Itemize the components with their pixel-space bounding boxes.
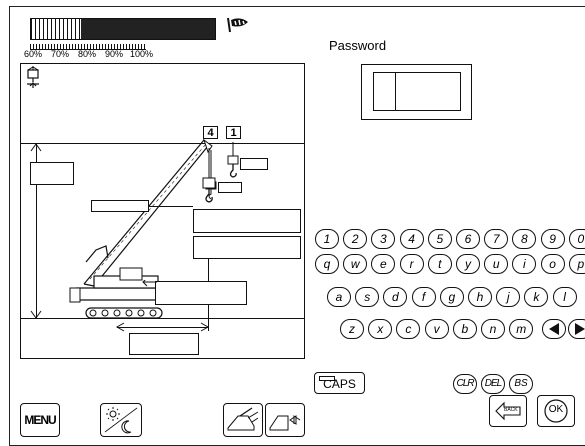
camera-view-button[interactable]	[223, 403, 263, 437]
key-0[interactable]: 0	[568, 229, 585, 249]
key-2[interactable]: 2	[343, 229, 368, 249]
key-q[interactable]: q	[315, 254, 339, 274]
key-j[interactable]: j	[496, 287, 521, 307]
load-gauge-bar	[30, 18, 216, 40]
boom-angle-value-box	[91, 200, 149, 212]
hook-block-icon	[27, 66, 39, 88]
key-x[interactable]: x	[368, 319, 393, 339]
key-n[interactable]: n	[481, 319, 505, 339]
key-u[interactable]: u	[484, 254, 509, 274]
arrow-left-icon	[549, 323, 559, 335]
brightness-button[interactable]	[100, 403, 142, 437]
clear-key[interactable]: CLR	[453, 374, 477, 394]
crane-camera-icon	[227, 407, 259, 431]
rated-load-value-box	[193, 209, 301, 233]
key-v[interactable]: v	[424, 319, 449, 339]
delete-key[interactable]: DEL	[481, 374, 505, 394]
password-input[interactable]	[373, 72, 461, 111]
main-hook-line-badge: 4	[203, 126, 218, 139]
caps-key[interactable]: CAPS	[314, 372, 365, 394]
key-z[interactable]: z	[340, 319, 364, 339]
scale-label-100: 100%	[130, 49, 154, 59]
key-m[interactable]: m	[509, 319, 534, 339]
key-6[interactable]: 6	[456, 229, 480, 249]
key-4[interactable]: 4	[399, 229, 424, 249]
arrow-right-icon	[575, 323, 585, 335]
key-g[interactable]: g	[439, 287, 464, 307]
clear-key-label: CLR	[456, 378, 474, 389]
key-s[interactable]: s	[355, 287, 380, 307]
key-5[interactable]: 5	[427, 229, 452, 249]
key-c[interactable]: c	[396, 319, 421, 339]
key-f[interactable]: f	[411, 287, 436, 307]
back-button[interactable]: BACK	[489, 395, 527, 427]
key-b[interactable]: b	[452, 319, 477, 339]
key-e[interactable]: e	[371, 254, 396, 274]
ok-button-label: OK	[548, 404, 564, 415]
key-l[interactable]: l	[552, 287, 577, 307]
back-button-label: BACK	[504, 407, 518, 413]
cursor-left-key[interactable]	[542, 319, 566, 339]
key-h[interactable]: h	[468, 287, 492, 307]
anemometer-icon	[227, 17, 248, 33]
scale-label-90: 90%	[105, 49, 124, 59]
day-night-icon	[104, 407, 138, 434]
view-switch-button[interactable]	[265, 403, 305, 437]
main-hook-icon	[202, 148, 216, 203]
auxiliary-hook-icon	[227, 142, 239, 178]
key-7[interactable]: 7	[484, 229, 509, 249]
scale-label-80: 80%	[78, 49, 97, 59]
key-o[interactable]: o	[540, 254, 565, 274]
key-k[interactable]: k	[524, 287, 549, 307]
key-9[interactable]: 9	[540, 229, 565, 249]
key-d[interactable]: d	[383, 287, 408, 307]
aux-hook-line-badge: 1	[226, 126, 241, 139]
load-gauge-fill	[31, 19, 81, 39]
menu-button-label: MENU	[24, 413, 56, 427]
key-t[interactable]: t	[427, 254, 452, 274]
cursor-right-key[interactable]	[568, 319, 585, 339]
boom-length-pointer	[142, 280, 157, 287]
scale-label-70: 70%	[51, 49, 70, 59]
scale-label-60: 60%	[24, 49, 43, 59]
key-8[interactable]: 8	[512, 229, 537, 249]
menu-button[interactable]: MENU	[20, 403, 60, 437]
radius-dimension-arrows	[115, 322, 210, 332]
boom-length-value-box	[155, 281, 247, 305]
key-3[interactable]: 3	[371, 229, 396, 249]
main-hook-value-box	[218, 182, 242, 193]
key-i[interactable]: i	[512, 254, 537, 274]
key-p[interactable]: p	[568, 254, 585, 274]
backspace-key[interactable]: BS	[509, 374, 533, 394]
input-divider	[395, 73, 396, 110]
aux-hook-value-box	[240, 158, 268, 170]
key-a[interactable]: a	[327, 287, 351, 307]
key-w[interactable]: w	[343, 254, 368, 274]
key-y[interactable]: y	[456, 254, 480, 274]
delete-key-label: DEL	[484, 378, 502, 389]
actual-load-value-box	[193, 236, 301, 259]
backspace-key-label: BS	[514, 378, 528, 389]
password-label: Password	[329, 38, 387, 53]
working-radius-value-box	[129, 333, 199, 355]
caps-indicator	[319, 376, 335, 381]
key-1[interactable]: 1	[315, 229, 339, 249]
key-r[interactable]: r	[399, 254, 424, 274]
ok-button[interactable]: OK	[537, 395, 575, 427]
crane-switch-icon	[269, 415, 301, 431]
boom-angle-leader	[149, 206, 193, 207]
